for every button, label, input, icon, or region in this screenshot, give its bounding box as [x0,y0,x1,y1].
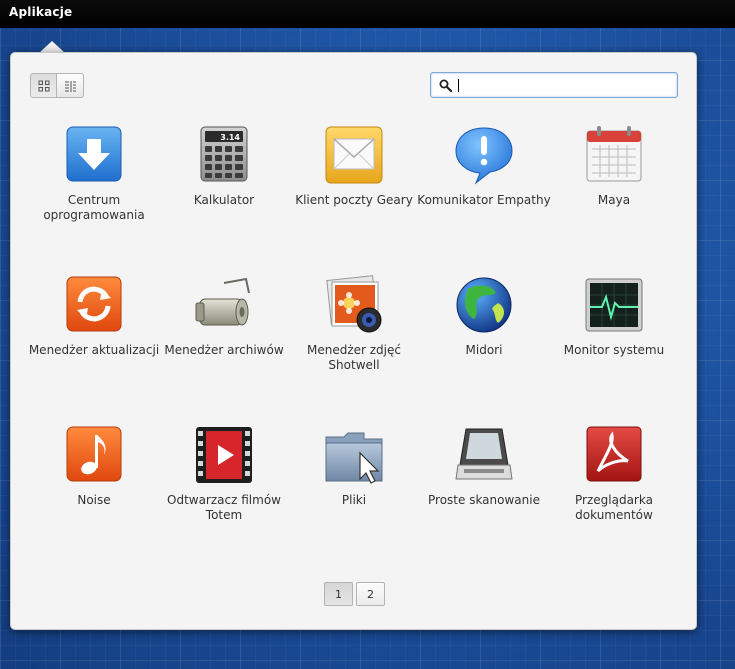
chat-bubble-icon [455,127,513,185]
archive-roller-icon [195,277,250,326]
applications-popover: Centrum oprogramowania 3.14 Kalkulator K… [10,52,697,630]
photos-camera-icon [326,275,382,333]
software-center-icon [66,126,122,182]
app-label: Menedżer zdjęć Shotwell [306,343,401,372]
search-box[interactable] [430,72,678,98]
app-label: Odtwarzacz filmów Totem [167,493,281,522]
app-label: Maya [597,193,631,207]
page-2-button[interactable]: 2 [356,582,385,606]
music-note-icon [66,426,122,482]
app-label: Komunikator Empathy [417,193,551,207]
app-label: Menedżer archiwów [164,343,284,357]
app-label: Kalkulator [193,193,255,207]
calculator-icon: 3.14 [200,126,248,182]
globe-icon [456,277,512,333]
app-label: Przeglądarka dokumentów [575,493,653,522]
search-input[interactable] [465,78,665,92]
category-view-button[interactable] [57,74,83,97]
folder-cursor-icon [325,432,383,484]
monitor-pulse-icon [585,278,643,332]
app-label: Menedżer aktualizacji [28,343,160,357]
search-icon [439,79,452,92]
pagination: 1 2 [324,582,385,606]
film-play-icon [196,427,252,483]
scanner-icon [455,428,513,480]
app-label: Pliki [341,493,367,507]
text-cursor [458,78,459,92]
app-label: Klient poczty Geary [295,193,413,207]
calendar-icon [586,126,642,182]
view-mode-toggle [30,73,84,98]
pdf-document-icon [586,426,642,482]
applications-menu-button[interactable]: Aplikacje [9,5,72,19]
mail-envelope-icon [325,126,383,184]
update-arrows-icon [66,276,122,332]
app-label: Centrum oprogramowania [43,193,145,222]
grid-view-button[interactable] [31,74,58,97]
app-label: Noise [77,493,111,507]
app-label: Midori [465,343,503,357]
top-panel: Aplikacje [0,0,735,28]
app-label: Monitor systemu [563,343,665,357]
page-1-button[interactable]: 1 [324,582,353,606]
category-view-icon [64,80,76,92]
app-label: Proste skanowanie [428,493,540,507]
calculator-display: 3.14 [220,133,240,142]
grid-view-icon [38,80,49,91]
